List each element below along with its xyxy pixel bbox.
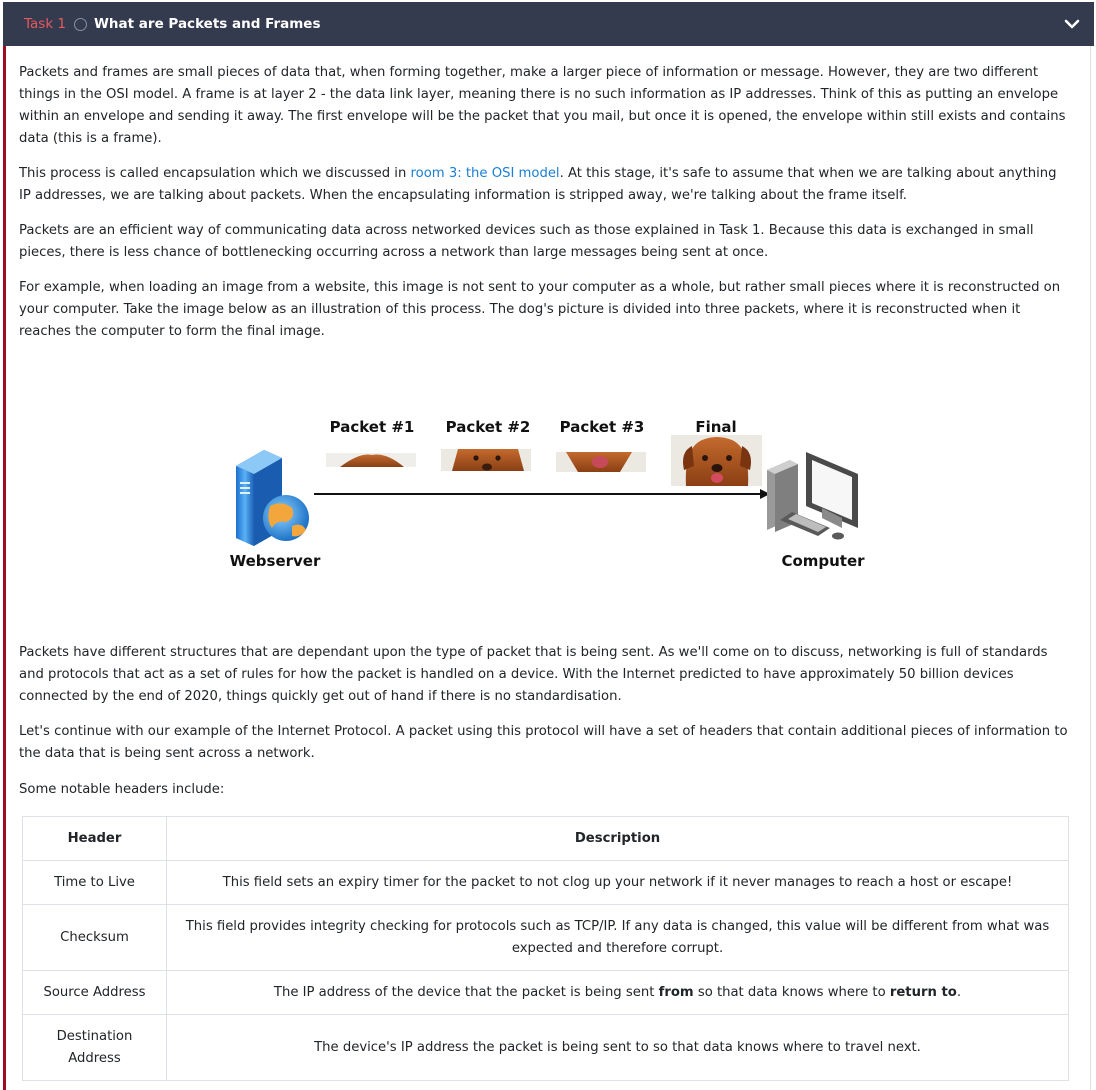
task-title: What are Packets and Frames	[94, 16, 321, 32]
chevron-down-icon[interactable]	[1062, 14, 1082, 34]
description-text: .	[956, 984, 962, 1000]
paragraph-efficiency: Packets are an efficient way of communic…	[19, 223, 1034, 260]
paragraph-notable-headers: Some notable headers include:	[19, 782, 225, 797]
paragraph-internet-protocol: Let's continue with our example of the I…	[19, 724, 1068, 761]
task-number: Task 1	[24, 16, 67, 32]
table-row: Source Address The IP address of the dev…	[22, 970, 1069, 1015]
table-header-row: Header Description	[22, 816, 1069, 861]
paragraph-packet-structures: Packets have different structures that a…	[19, 645, 1048, 704]
description-bold-from: from	[658, 984, 694, 1000]
description-bold-return-to: return to	[889, 984, 957, 1000]
table-cell-description: This field provides integrity checking f…	[166, 904, 1069, 971]
task-header[interactable]: Task 1 What are Packets and Frames	[3, 2, 1094, 46]
table-cell-description: This field sets an expiry timer for the …	[166, 860, 1069, 905]
osi-model-room-link[interactable]: room 3: the OSI model	[411, 166, 560, 181]
table-cell-header: Source Address	[22, 970, 167, 1015]
table-cell-header: Destination Address	[22, 1014, 167, 1081]
table-cell-header: Checksum	[22, 904, 167, 971]
task-content-lower: Packets have different structures that a…	[19, 642, 1069, 801]
table-cell-description: The device's IP address the packet is be…	[166, 1014, 1069, 1081]
ip-headers-table: Header Description Time to Live This fie…	[22, 816, 1069, 1081]
task-content: Packets and frames are small pieces of d…	[19, 62, 1069, 343]
table-row: Time to Live This field sets an expiry t…	[22, 860, 1069, 905]
paragraph-encapsulation: This process is called encapsulation whi…	[19, 163, 1069, 207]
table-cell-header: Time to Live	[22, 860, 167, 905]
paragraph-packets-frames: Packets and frames are small pieces of d…	[19, 65, 1066, 146]
paragraph-example: For example, when loading an image from …	[19, 280, 1061, 339]
description-text: so that data knows where to	[693, 984, 890, 1000]
paragraph-encapsulation-text-1: This process is called encapsulation whi…	[19, 166, 411, 181]
description-text: The IP address of the device that the pa…	[273, 984, 659, 1000]
table-cell-description: The IP address of the device that the pa…	[166, 970, 1069, 1015]
table-row: Destination Address The device's IP addr…	[22, 1014, 1069, 1081]
table-row: Checksum This field provides integrity c…	[22, 904, 1069, 971]
task-status-circle-icon	[74, 17, 88, 31]
column-header-description: Description	[166, 816, 1069, 861]
column-header-header: Header	[22, 816, 167, 861]
